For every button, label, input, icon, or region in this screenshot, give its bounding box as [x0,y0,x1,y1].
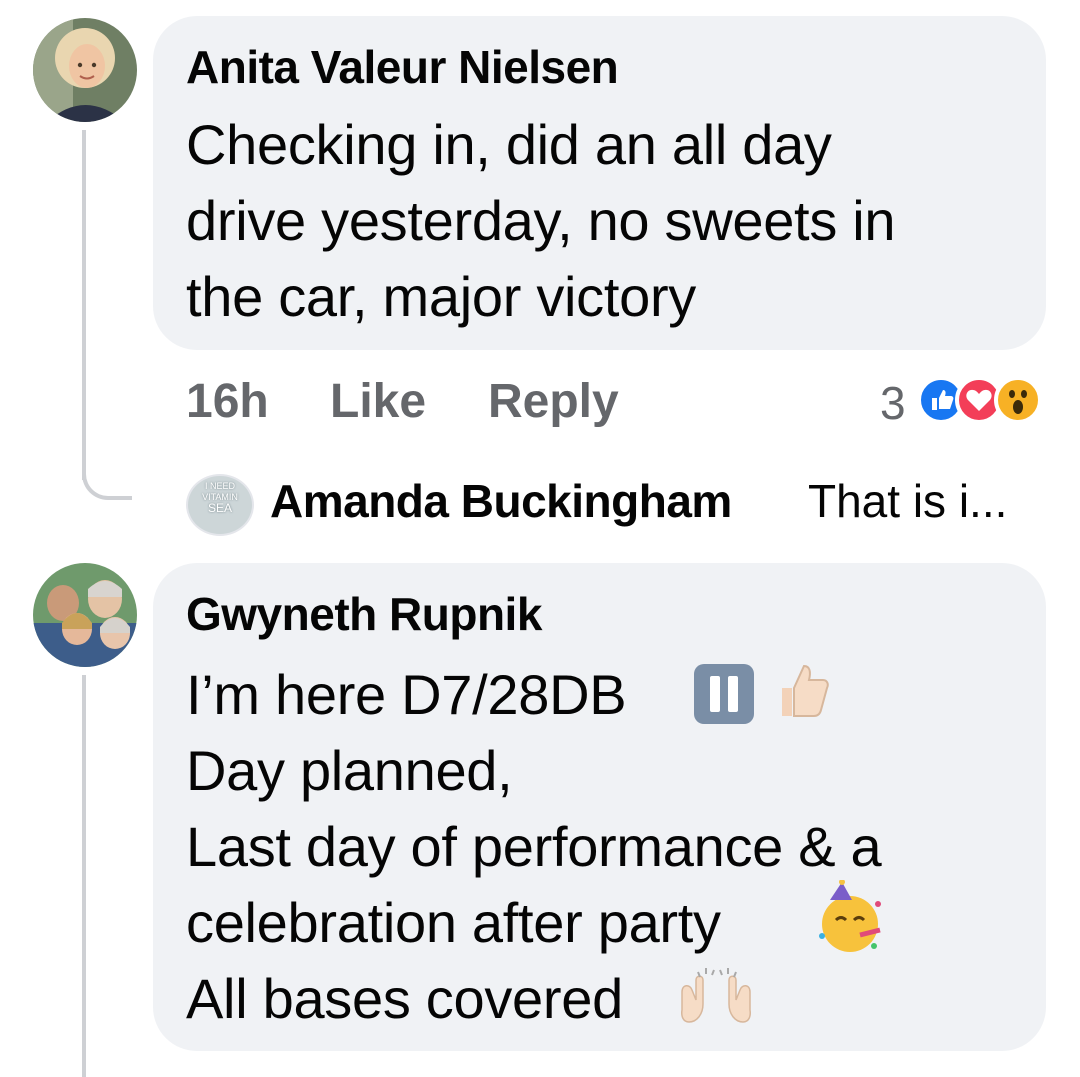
comment-text-line: All bases covered [186,967,623,1030]
thumbs-up-icon [766,658,832,724]
thread-line-2 [82,675,86,1077]
reply-button[interactable]: Reply [488,374,619,429]
partying-face-icon [812,879,888,956]
pause-button-icon [694,664,754,724]
reply-avatar[interactable]: I NEED VITAMIN SEA [186,474,254,536]
like-button[interactable]: Like [330,374,426,429]
comment-text-line: drive yesterday, no sweets in [186,189,896,252]
comment-text-line: celebration after party [186,891,721,954]
comment-text-line: Day planned, [186,739,513,802]
thread-line-1-curve [82,460,132,500]
avatar-photo [33,18,137,122]
comment-author[interactable]: Anita Valeur Nielsen [186,40,619,94]
raising-hands-icon [678,966,754,1026]
reply-snippet[interactable]: That is i... [808,474,1007,528]
avatar-text: I NEED VITAMIN SEA [202,481,238,515]
reply-author[interactable]: Amanda Buckingham [270,474,732,528]
comment-timestamp[interactable]: 16h [186,374,269,429]
comment-text-line: I’m here D7/28DB [186,663,627,726]
thread-line-1 [82,130,86,480]
comment-text-line: the car, major victory [186,265,697,328]
avatar[interactable] [33,563,137,667]
comment-text-line: Checking in, did an all day [186,113,832,176]
reaction-count[interactable]: 3 [880,376,906,430]
avatar[interactable] [33,18,137,122]
avatar-photo [33,563,137,667]
comment-author[interactable]: Gwyneth Rupnik [186,587,542,641]
wow-reaction-icon [994,376,1042,424]
comment-text-line: Last day of performance & a [186,815,882,878]
